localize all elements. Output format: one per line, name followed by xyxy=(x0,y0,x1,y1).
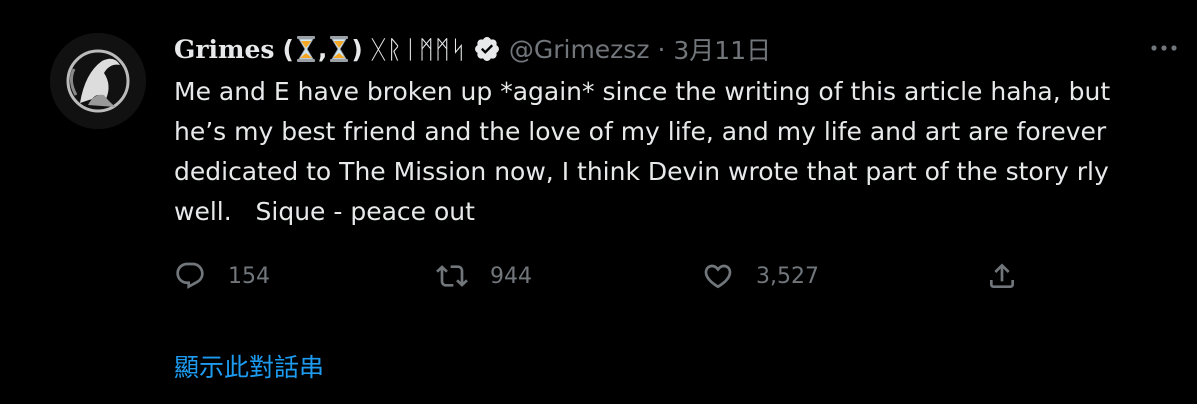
tweet-date[interactable]: 3月11日 xyxy=(673,31,771,67)
reply-icon xyxy=(176,262,204,289)
author-name-runes: ᚷᚱᛁᛗᛗᛋ xyxy=(370,34,467,64)
hourglass-icon xyxy=(296,36,315,62)
reply-count: 154 xyxy=(228,263,270,289)
share-button[interactable] xyxy=(986,256,1018,296)
heart-icon xyxy=(704,264,732,289)
more-icon xyxy=(1151,45,1177,51)
header-separator: · xyxy=(657,34,666,64)
hourglass-icon xyxy=(330,36,349,62)
like-button[interactable]: 3,527 xyxy=(702,256,819,296)
tweet-text: Me and E have broken up *again* since th… xyxy=(174,77,1111,226)
author-name[interactable]: Grimes xyxy=(174,35,274,64)
avatar[interactable] xyxy=(50,33,146,129)
tweet[interactable]: Grimes ( , ) ᚷᚱᛁᛗᛗᛋ @Grimezsz · 3月11日 Me… xyxy=(0,0,1197,404)
show-thread-link[interactable]: 顯示此對話串 xyxy=(174,348,324,384)
author-name-comma: , xyxy=(317,34,328,64)
avatar-image xyxy=(50,33,146,129)
more-options-button[interactable] xyxy=(1147,36,1181,60)
share-icon xyxy=(990,263,1014,288)
retweet-count: 944 xyxy=(490,263,532,289)
retweet-icon xyxy=(436,265,468,287)
reply-button[interactable]: 154 xyxy=(174,256,270,296)
like-count: 3,527 xyxy=(756,263,819,289)
tweet-header: Grimes ( , ) ᚷᚱᛁᛗᛗᛋ @Grimezsz · 3月11日 xyxy=(174,30,771,68)
author-name-paren-close: ) xyxy=(351,34,363,64)
retweet-button[interactable]: 944 xyxy=(436,256,532,296)
verified-badge-icon xyxy=(474,37,499,61)
author-name-paren-open: ( xyxy=(282,34,294,64)
author-handle[interactable]: @Grimezsz xyxy=(509,35,650,64)
